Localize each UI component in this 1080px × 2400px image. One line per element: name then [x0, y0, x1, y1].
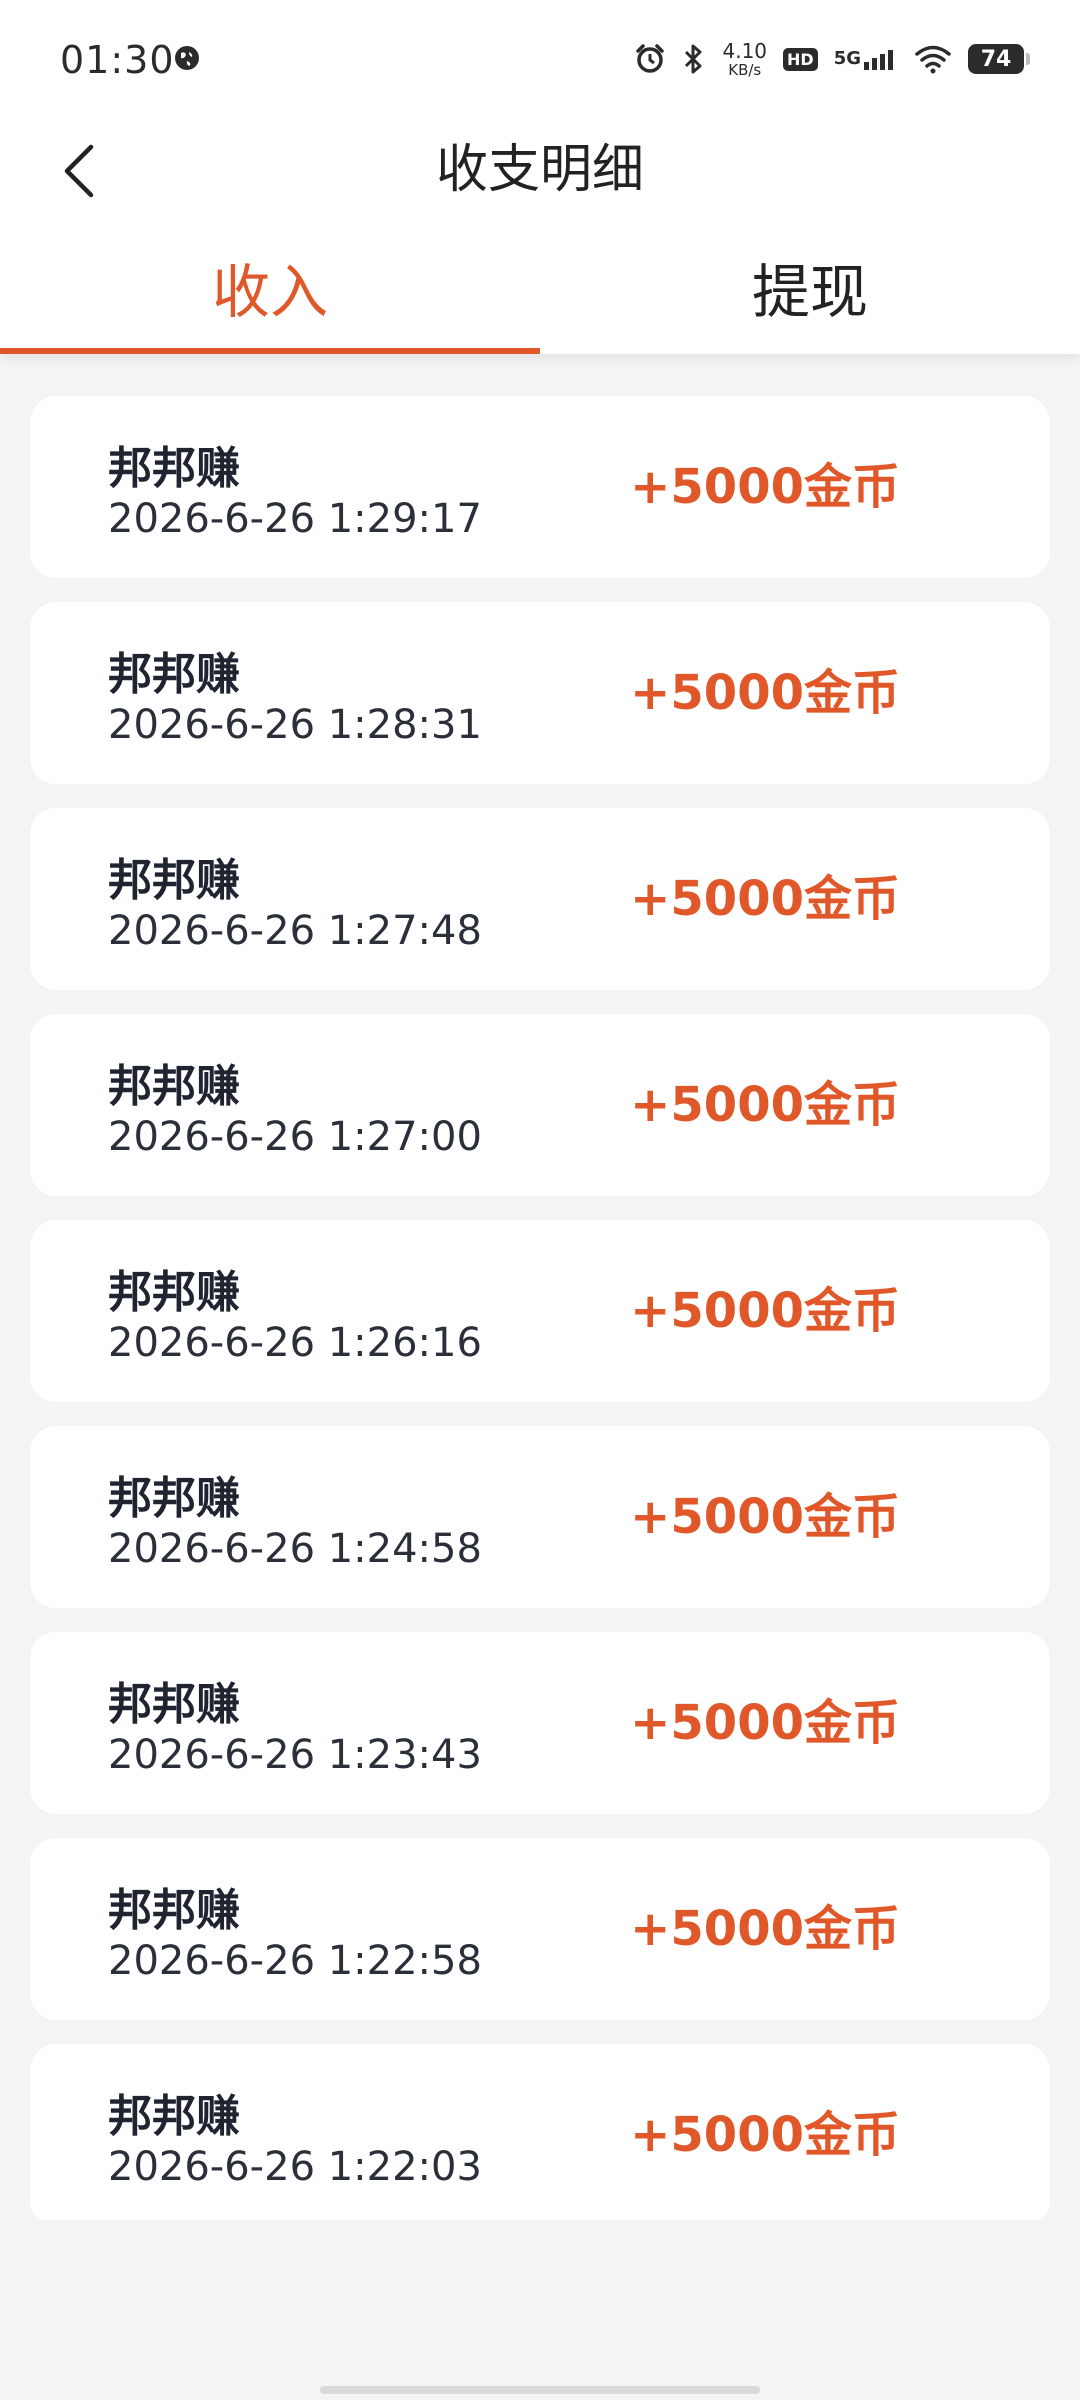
tab-bar: 收入 提现	[0, 220, 1080, 354]
net-speed: 4.10 KB/s	[722, 41, 767, 78]
bluetooth-icon	[685, 44, 702, 74]
record-time: 2026-6-26 1:22:03	[108, 2144, 482, 2190]
status-icons: 4.10 KB/s HD 5G 74	[634, 34, 1030, 84]
net-speed-unit: KB/s	[728, 60, 762, 79]
record-list[interactable]: 邦邦赚 2026-6-26 1:29:17 +5000金币 邦邦赚 2026-6…	[30, 396, 1050, 2220]
record-source: 邦邦赚	[108, 1267, 240, 1318]
record-amount: +5000金币	[630, 459, 900, 515]
record-amount: +5000金币	[630, 871, 900, 927]
record-amount: +5000金币	[630, 1901, 900, 1957]
battery-level: 74	[980, 46, 1012, 72]
signal-icon: 5G	[834, 48, 898, 70]
record-source: 邦邦赚	[108, 1473, 240, 1524]
record-source: 邦邦赚	[108, 855, 240, 906]
hd-badge: HD	[783, 47, 818, 71]
record-time: 2026-6-26 1:24:58	[108, 1526, 482, 1572]
record-source: 邦邦赚	[108, 2091, 240, 2142]
record-time: 2026-6-26 1:27:48	[108, 908, 482, 954]
record-source: 邦邦赚	[108, 1679, 240, 1730]
alarm-icon	[636, 44, 665, 73]
list-item[interactable]: 邦邦赚 2026-6-26 1:23:43 +5000金币	[30, 1632, 1050, 1814]
record-amount: +5000金币	[630, 665, 900, 721]
record-amount: +5000金币	[630, 1489, 900, 1545]
tab-withdraw[interactable]: 提现	[540, 220, 1080, 354]
record-source: 邦邦赚	[108, 1061, 240, 1112]
list-item[interactable]: 邦邦赚 2026-6-26 1:27:48 +5000金币	[30, 808, 1050, 990]
status-bar: 01:30 4.10 KB/s HD 5G 74	[0, 0, 1080, 120]
record-time: 2026-6-26 1:27:00	[108, 1114, 482, 1160]
record-source: 邦邦赚	[108, 1885, 240, 1936]
record-time: 2026-6-26 1:23:43	[108, 1732, 482, 1778]
record-amount: +5000金币	[630, 1077, 900, 1133]
list-item[interactable]: 邦邦赚 2026-6-26 1:22:58 +5000金币	[30, 1838, 1050, 2020]
list-item[interactable]: 邦邦赚 2026-6-26 1:26:16 +5000金币	[30, 1220, 1050, 1402]
record-time: 2026-6-26 1:26:16	[108, 1320, 482, 1366]
record-amount: +5000金币	[630, 1283, 900, 1339]
record-amount: +5000金币	[630, 2107, 900, 2163]
header: 收支明细	[0, 120, 1080, 220]
status-time: 01:30	[60, 38, 175, 82]
list-item[interactable]: 邦邦赚 2026-6-26 1:28:31 +5000金币	[30, 602, 1050, 784]
record-source: 邦邦赚	[108, 443, 240, 494]
record-time: 2026-6-26 1:28:31	[108, 702, 482, 748]
net-speed-value: 4.10	[722, 38, 768, 63]
record-amount: +5000金币	[630, 1695, 900, 1751]
tab-income[interactable]: 收入	[0, 220, 540, 354]
home-indicator[interactable]	[320, 2386, 760, 2394]
network-label: 5G	[833, 48, 861, 69]
globe-icon	[175, 46, 199, 70]
record-time: 2026-6-26 1:22:58	[108, 1938, 482, 1984]
record-source: 邦邦赚	[108, 649, 240, 700]
list-item[interactable]: 邦邦赚 2026-6-26 1:29:17 +5000金币	[30, 396, 1050, 578]
signal-bars	[864, 50, 893, 70]
list-item[interactable]: 邦邦赚 2026-6-26 1:22:03 +5000金币	[30, 2044, 1050, 2220]
battery-icon: 74	[968, 44, 1030, 74]
list-item[interactable]: 邦邦赚 2026-6-26 1:27:00 +5000金币	[30, 1014, 1050, 1196]
wifi-icon	[915, 45, 951, 74]
page-title: 收支明细	[435, 140, 644, 200]
record-time: 2026-6-26 1:29:17	[108, 496, 482, 542]
list-item[interactable]: 邦邦赚 2026-6-26 1:24:58 +5000金币	[30, 1426, 1050, 1608]
